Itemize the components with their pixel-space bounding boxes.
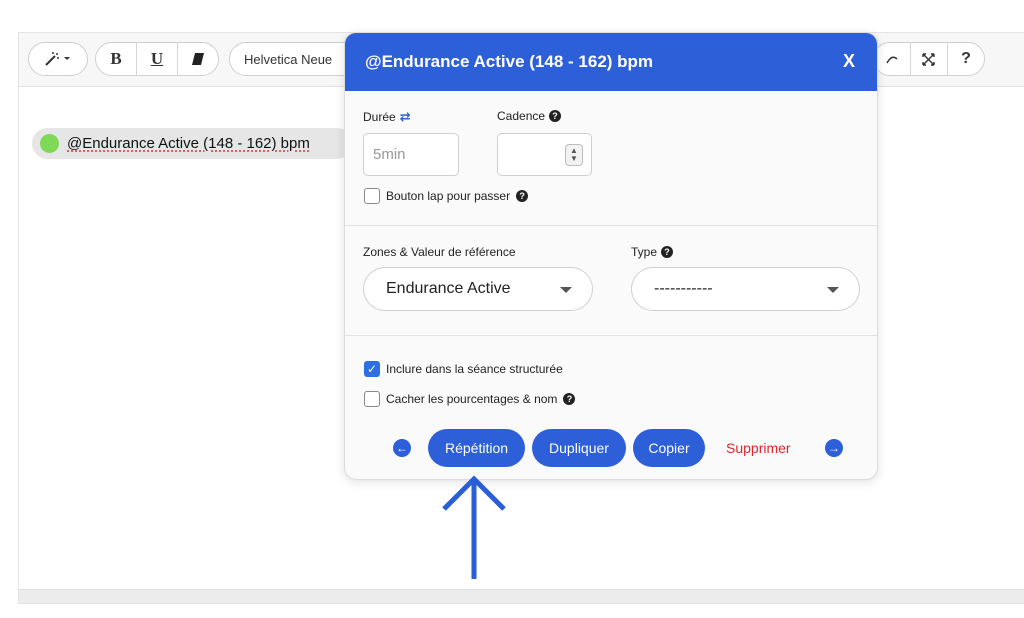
font-name: Helvetica Neue: [244, 51, 333, 67]
popup-actions: ← Répétition Dupliquer Copier Supprimer …: [345, 429, 877, 467]
include-checkbox[interactable]: ✓: [364, 361, 380, 377]
duration-label-group: Durée ⇄: [363, 109, 411, 125]
duplicate-button[interactable]: Dupliquer: [532, 429, 626, 467]
include-option[interactable]: ✓ Inclure dans la séance structurée: [364, 361, 563, 377]
stepper-icon[interactable]: ▲ ▼: [565, 144, 583, 166]
repeat-button[interactable]: Répétition: [428, 429, 525, 467]
type-select[interactable]: -----------: [631, 267, 860, 311]
underline-button[interactable]: U: [137, 43, 177, 75]
options-section: ✓ Inclure dans la séance structurée Cach…: [345, 337, 877, 479]
zone-color-dot: [40, 134, 59, 153]
type-label-group: Type ?: [631, 245, 674, 259]
cadence-input[interactable]: ▲ ▼: [497, 133, 592, 176]
swap-icon[interactable]: ⇄: [400, 109, 411, 125]
popup-title: @Endurance Active (148 - 162) bpm: [365, 52, 654, 71]
format-buttons: B U: [95, 42, 219, 76]
close-button[interactable]: X: [843, 51, 855, 72]
eraser-button[interactable]: [178, 43, 218, 75]
cadence-label: Cadence: [497, 109, 546, 123]
fullscreen-button[interactable]: [911, 43, 947, 75]
bold-button[interactable]: B: [96, 43, 136, 75]
zones-selected: Endurance Active: [386, 280, 511, 297]
zone-chip-text: @Endurance Active (148 - 162) bpm: [67, 135, 310, 152]
zones-label: Zones & Valeur de référence: [363, 245, 516, 259]
lap-button-option[interactable]: Bouton lap pour passer ?: [364, 188, 529, 204]
copy-button[interactable]: Copier: [633, 429, 705, 467]
right-toolbar-buttons: ?: [873, 42, 985, 76]
hide-checkbox[interactable]: [364, 391, 380, 407]
previous-arrow-icon[interactable]: ←: [393, 439, 411, 457]
duration-label: Durée: [363, 110, 396, 124]
help-icon[interactable]: ?: [563, 393, 576, 405]
editor-bottom-bar: [19, 589, 1024, 603]
duration-section: Durée ⇄ Cadence ? 5min ▲ ▼ Bouton lap pou…: [345, 91, 877, 226]
help-button[interactable]: ?: [948, 43, 984, 75]
fullscreen-icon: [922, 52, 936, 66]
next-arrow-icon[interactable]: →: [825, 439, 843, 457]
hide-option[interactable]: Cacher les pourcentages & nom ?: [364, 391, 576, 407]
help-icon[interactable]: ?: [661, 246, 674, 258]
eraser-icon: [191, 53, 204, 65]
cadence-label-group: Cadence ?: [497, 109, 562, 123]
magic-wand-icon: [29, 43, 87, 75]
type-label: Type: [631, 245, 658, 259]
lap-checkbox[interactable]: [364, 188, 380, 204]
delete-button[interactable]: Supprimer: [726, 429, 791, 467]
chevron-down-icon: [560, 287, 572, 293]
zone-edit-popup: @Endurance Active (148 - 162) bpm X Duré…: [344, 32, 878, 480]
lap-label: Bouton lap pour passer: [386, 189, 511, 203]
popup-header: @Endurance Active (148 - 162) bpm X: [345, 33, 877, 91]
curve-button[interactable]: [874, 43, 910, 75]
help-icon[interactable]: ?: [549, 110, 562, 122]
hide-label: Cacher les pourcentages & nom: [386, 392, 558, 406]
magic-wand-dropdown[interactable]: [28, 42, 88, 76]
include-label: Inclure dans la séance structurée: [386, 362, 563, 376]
zones-select[interactable]: Endurance Active: [363, 267, 593, 311]
zones-section: Zones & Valeur de référence Type ? Endur…: [345, 227, 877, 336]
pointer-arrow-icon: [442, 475, 506, 579]
duration-input[interactable]: 5min: [363, 133, 459, 176]
help-icon[interactable]: ?: [516, 190, 529, 202]
type-selected: -----------: [654, 280, 713, 297]
zone-chip[interactable]: @Endurance Active (148 - 162) bpm: [32, 128, 352, 159]
chevron-down-icon: [827, 287, 839, 293]
